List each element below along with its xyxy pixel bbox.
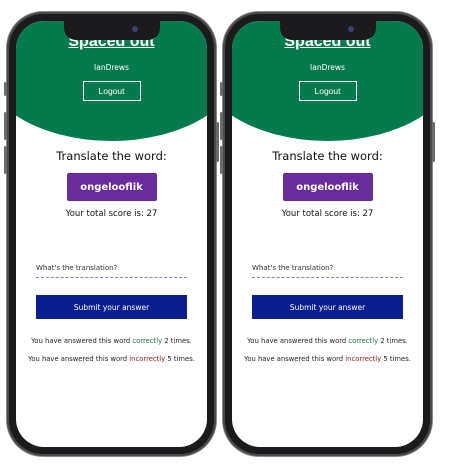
- logout-button[interactable]: Logout: [298, 81, 357, 101]
- word-badge: ongelooflik: [282, 173, 373, 201]
- notch: [279, 21, 376, 40]
- incorrect-word: incorrectly: [345, 355, 382, 363]
- translation-input[interactable]: What's the translation?: [36, 263, 187, 278]
- submit-button[interactable]: Submit your answer: [36, 295, 187, 319]
- phone-frame-left: Spaced out IanDrews Logout Translate the…: [4, 12, 219, 456]
- notch: [63, 21, 160, 40]
- stat-prefix: You have answered this word: [244, 355, 344, 363]
- stat-suffix: 5 times.: [383, 355, 411, 363]
- total-score: Your total score is: 27: [281, 209, 374, 219]
- submit-button[interactable]: Submit your answer: [252, 295, 403, 319]
- word-badge: ongelooflik: [66, 173, 157, 201]
- volume-down-button: [220, 146, 223, 174]
- stat-prefix: You have answered this word: [247, 337, 347, 345]
- power-button: [216, 122, 219, 162]
- stat-suffix: 2 times.: [164, 337, 192, 345]
- translation-input[interactable]: What's the translation?: [252, 263, 403, 278]
- silent-switch: [4, 82, 7, 96]
- volume-up-button: [220, 112, 223, 140]
- correct-count-text: You have answered this word correctly 2 …: [16, 337, 207, 345]
- translate-prompt: Translate the word:: [56, 149, 167, 163]
- translate-prompt: Translate the word:: [272, 149, 383, 163]
- app-screen: Spaced out IanDrews Logout Translate the…: [16, 21, 207, 447]
- phone-frame-right: Spaced out IanDrews Logout Translate the…: [220, 12, 435, 456]
- correct-word: correctly: [348, 337, 379, 345]
- correct-word: correctly: [132, 337, 163, 345]
- stat-prefix: You have answered this word: [28, 355, 128, 363]
- incorrect-count-text: You have answered this word incorrectly …: [232, 355, 423, 363]
- stat-suffix: 2 times.: [380, 337, 408, 345]
- volume-up-button: [4, 112, 7, 140]
- incorrect-count-text: You have answered this word incorrectly …: [16, 355, 207, 363]
- username: IanDrews: [94, 63, 129, 72]
- camera-icon: [347, 26, 354, 32]
- power-button: [432, 122, 435, 162]
- stat-prefix: You have answered this word: [31, 337, 131, 345]
- volume-down-button: [4, 146, 7, 174]
- incorrect-word: incorrectly: [129, 355, 166, 363]
- stat-suffix: 5 times.: [167, 355, 195, 363]
- logout-button[interactable]: Logout: [82, 81, 141, 101]
- total-score: Your total score is: 27: [65, 209, 158, 219]
- camera-icon: [131, 26, 138, 32]
- correct-count-text: You have answered this word correctly 2 …: [232, 337, 423, 345]
- silent-switch: [220, 82, 223, 96]
- app-screen: Spaced out IanDrews Logout Translate the…: [232, 21, 423, 447]
- username: IanDrews: [310, 63, 345, 72]
